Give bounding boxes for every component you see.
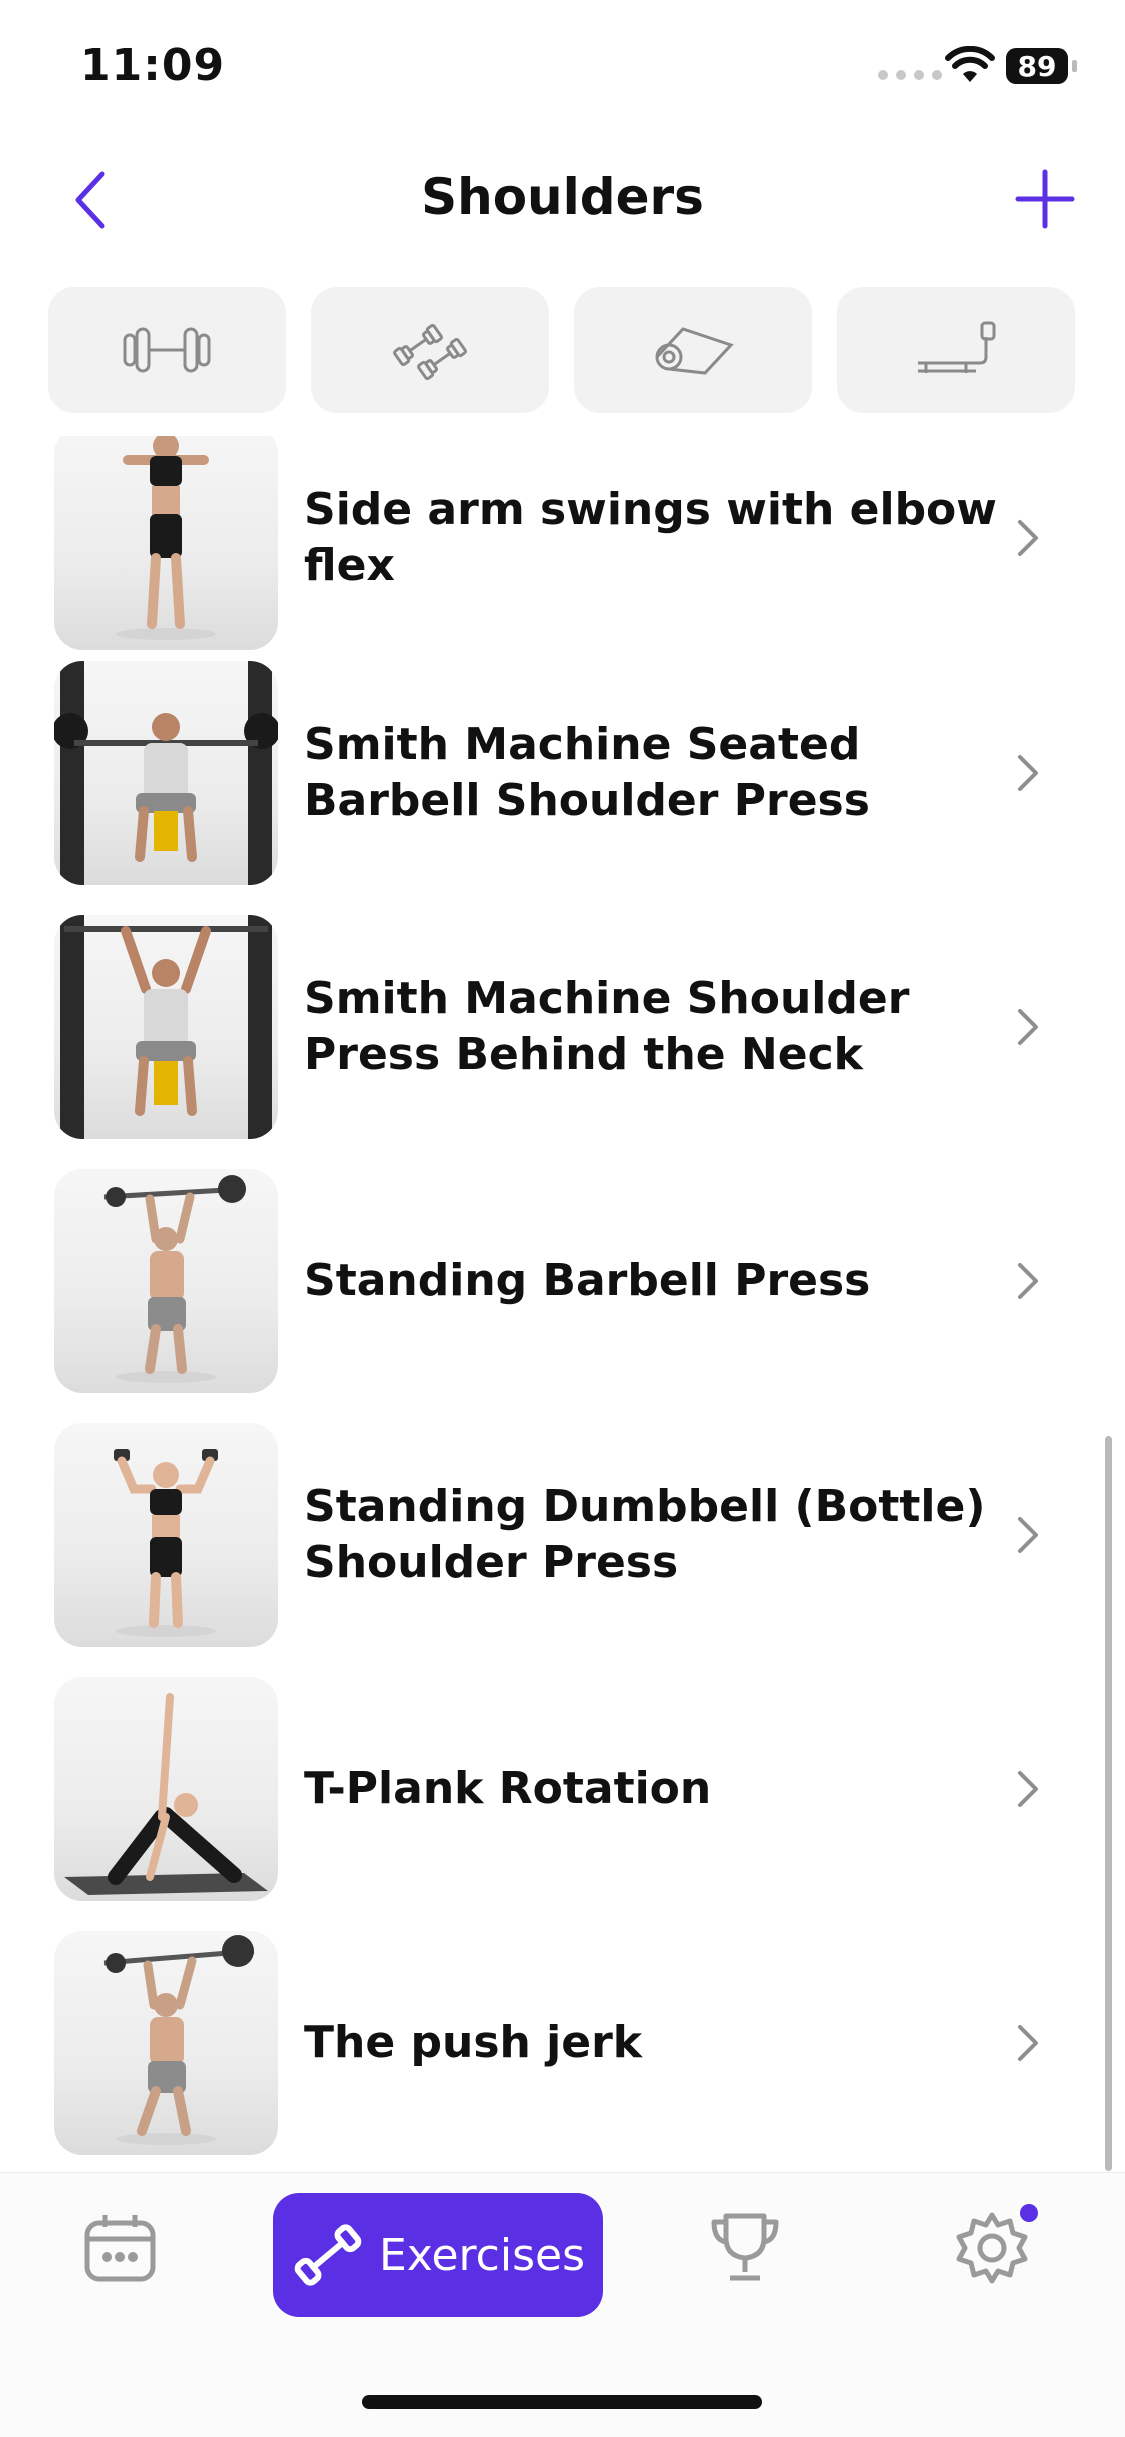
battery-nub [1072, 60, 1077, 72]
chevron-right-icon [1018, 1771, 1038, 1807]
tab-calendar[interactable] [80, 2208, 160, 2288]
athlete-figure [114, 1449, 218, 1637]
athlete-figure [60, 915, 272, 1139]
exercise-thumbnail [54, 436, 278, 650]
exercise-title: Smith Machine Seated Barbell Shoulder Pr… [304, 719, 870, 826]
athlete-figure [116, 436, 216, 640]
tab-exercises-label: Exercises [378, 2229, 585, 2281]
exercise-list: Side arm swings with elbow flex Smith Ma… [0, 436, 1125, 2176]
list-item[interactable]: Smith Machine Seated Barbell Shoulder Pr… [54, 661, 1094, 885]
home-indicator [362, 2395, 762, 2409]
dumbbell-icon [294, 2224, 362, 2286]
chevron-right-icon [1018, 1009, 1038, 1045]
exercise-thumbnail [54, 1423, 278, 1647]
notification-badge [1020, 2204, 1038, 2222]
status-bar: 11:09 89 [0, 0, 1125, 140]
exercise-title: Side arm swings with elbow flex [304, 484, 997, 591]
list-item[interactable]: Standing Barbell Press [54, 1169, 1094, 1393]
equipment-filter-bar [48, 287, 1078, 413]
cellular-signal-icon [878, 70, 942, 80]
filter-yoga-mat[interactable] [574, 287, 812, 413]
exercise-title: The push jerk [304, 2017, 643, 2068]
page-title: Shoulders [421, 168, 704, 226]
athlete-figure [64, 1693, 268, 1895]
exercise-thumbnail [54, 1931, 278, 2155]
dumbbells-icon [393, 323, 467, 381]
filter-barbell[interactable] [48, 287, 286, 413]
tab-achievements[interactable] [705, 2208, 785, 2288]
chevron-right-icon [1018, 520, 1038, 556]
tab-exercises[interactable]: Exercises [273, 2193, 603, 2317]
chevron-right-icon [1018, 1263, 1038, 1299]
exercise-thumbnail [54, 1169, 278, 1393]
exercise-title: Standing Barbell Press [304, 1255, 871, 1306]
treadmill-icon [918, 321, 996, 373]
list-item[interactable]: T-Plank Rotation [54, 1677, 1094, 1901]
list-item[interactable]: The push jerk [54, 1931, 1094, 2155]
athlete-figure [103, 1175, 246, 1383]
battery-indicator: 89 [1006, 48, 1068, 84]
navigation-bar: Shoulders [0, 150, 1125, 250]
calendar-icon [84, 2215, 156, 2282]
trophy-icon [711, 2213, 779, 2281]
exercise-title: Smith Machine Shoulder Press Behind the … [304, 973, 910, 1080]
add-button[interactable] [1010, 164, 1080, 234]
list-item[interactable]: Standing Dumbbell (Bottle) Shoulder Pres… [54, 1423, 1094, 1647]
wifi-icon [945, 46, 995, 82]
chevron-right-icon [1018, 1517, 1038, 1553]
gear-icon [956, 2212, 1028, 2284]
tab-settings[interactable] [952, 2208, 1032, 2288]
chevron-right-icon [1018, 2025, 1038, 2061]
yoga-mat-icon [655, 327, 734, 375]
exercise-thumbnail [54, 661, 278, 885]
chevron-right-icon [1018, 755, 1038, 791]
barbell-icon [123, 327, 211, 373]
scrollbar[interactable] [1105, 1436, 1112, 2171]
exercise-title: Standing Dumbbell (Bottle) Shoulder Pres… [304, 1481, 986, 1588]
exercise-title: T-Plank Rotation [304, 1763, 712, 1814]
filter-dumbbells[interactable] [311, 287, 549, 413]
status-time: 11:09 [80, 40, 226, 91]
exercise-thumbnail [54, 1677, 278, 1901]
filter-treadmill[interactable] [837, 287, 1075, 413]
athlete-figure [54, 661, 278, 885]
athlete-figure [103, 1935, 255, 2145]
list-item[interactable]: Side arm swings with elbow flex [54, 436, 1094, 650]
list-item[interactable]: Smith Machine Shoulder Press Behind the … [54, 915, 1094, 1139]
exercise-thumbnail [54, 915, 278, 1139]
